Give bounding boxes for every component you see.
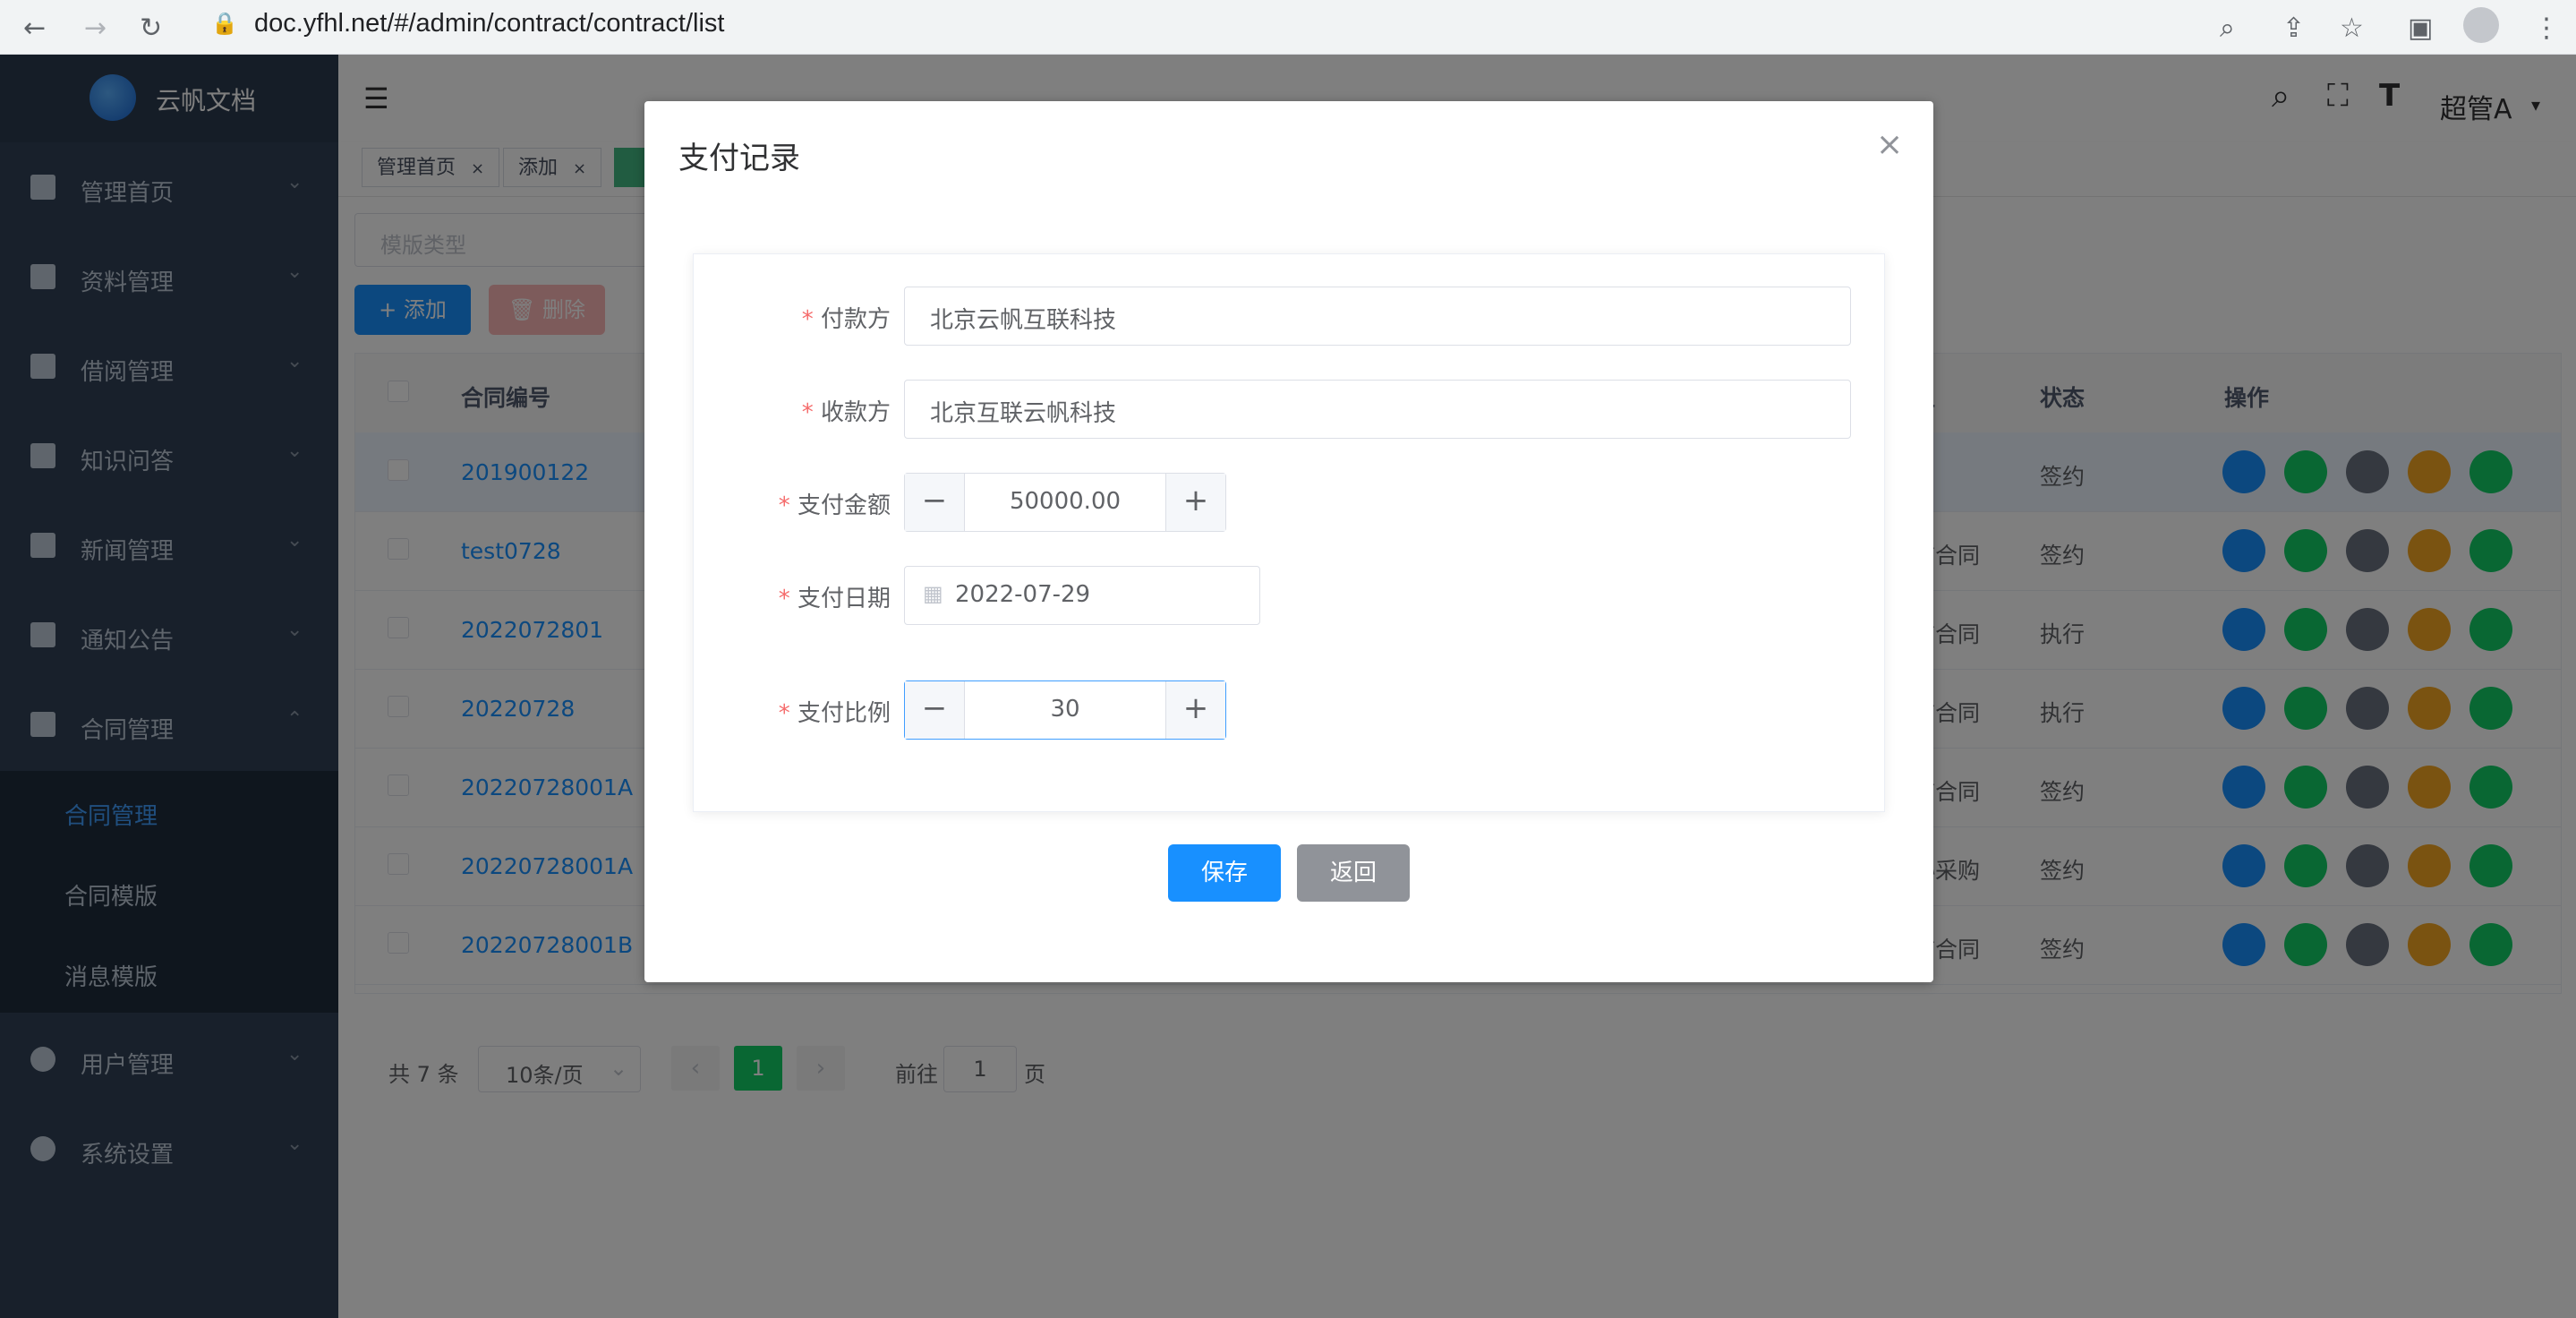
- ratio-label: * 支付比例: [778, 700, 891, 727]
- close-icon[interactable]: ×: [1876, 126, 1903, 163]
- decrease-button[interactable]: −: [905, 681, 965, 739]
- lock-icon: 🔒: [211, 11, 238, 36]
- back-button[interactable]: 返回: [1297, 844, 1410, 902]
- payee-input[interactable]: 北京互联云帆科技: [904, 380, 1851, 439]
- browser-toolbar: ← → ↻ 🔒 doc.yfhl.net/#/admin/contract/co…: [0, 0, 2576, 55]
- ratio-stepper[interactable]: − 30 +: [904, 680, 1226, 740]
- share-icon[interactable]: ⇪: [2282, 13, 2305, 44]
- side-panel-icon[interactable]: ▣: [2408, 13, 2433, 44]
- zoom-icon[interactable]: ⌕: [2220, 13, 2235, 44]
- calendar-icon: ▦: [923, 581, 943, 606]
- payment-date-picker[interactable]: ▦ 2022-07-29: [904, 566, 1260, 625]
- payment-form: * 付款方 北京云帆互联科技 * 收款方 北京互联云帆科技 * 支付金额 − 5…: [693, 253, 1885, 812]
- increase-button[interactable]: +: [1165, 474, 1225, 531]
- payer-label: * 付款方: [801, 306, 891, 333]
- browser-menu-icon[interactable]: ⋮: [2533, 13, 2560, 44]
- dialog-title: 支付记录: [678, 141, 800, 176]
- increase-button[interactable]: +: [1165, 681, 1225, 739]
- bookmark-star-icon[interactable]: ☆: [2340, 13, 2364, 44]
- amount-label: * 支付金额: [778, 492, 891, 519]
- forward-icon[interactable]: →: [84, 13, 107, 44]
- profile-avatar-icon[interactable]: [2463, 7, 2499, 43]
- date-label: * 支付日期: [778, 586, 891, 612]
- date-value: 2022-07-29: [955, 581, 1091, 608]
- reload-icon[interactable]: ↻: [140, 13, 162, 44]
- url-text[interactable]: doc.yfhl.net/#/admin/contract/contract/l…: [254, 9, 724, 39]
- decrease-button[interactable]: −: [905, 474, 965, 531]
- payment-record-dialog: 支付记录 × * 付款方 北京云帆互联科技 * 收款方 北京互联云帆科技 * 支…: [644, 101, 1933, 982]
- back-icon[interactable]: ←: [23, 13, 46, 44]
- payer-input[interactable]: 北京云帆互联科技: [904, 287, 1851, 346]
- amount-stepper[interactable]: − 50000.00 +: [904, 473, 1226, 532]
- payee-label: * 收款方: [801, 399, 891, 426]
- save-button[interactable]: 保存: [1168, 844, 1281, 902]
- ratio-value[interactable]: 30: [964, 696, 1166, 723]
- amount-value[interactable]: 50000.00: [964, 488, 1166, 515]
